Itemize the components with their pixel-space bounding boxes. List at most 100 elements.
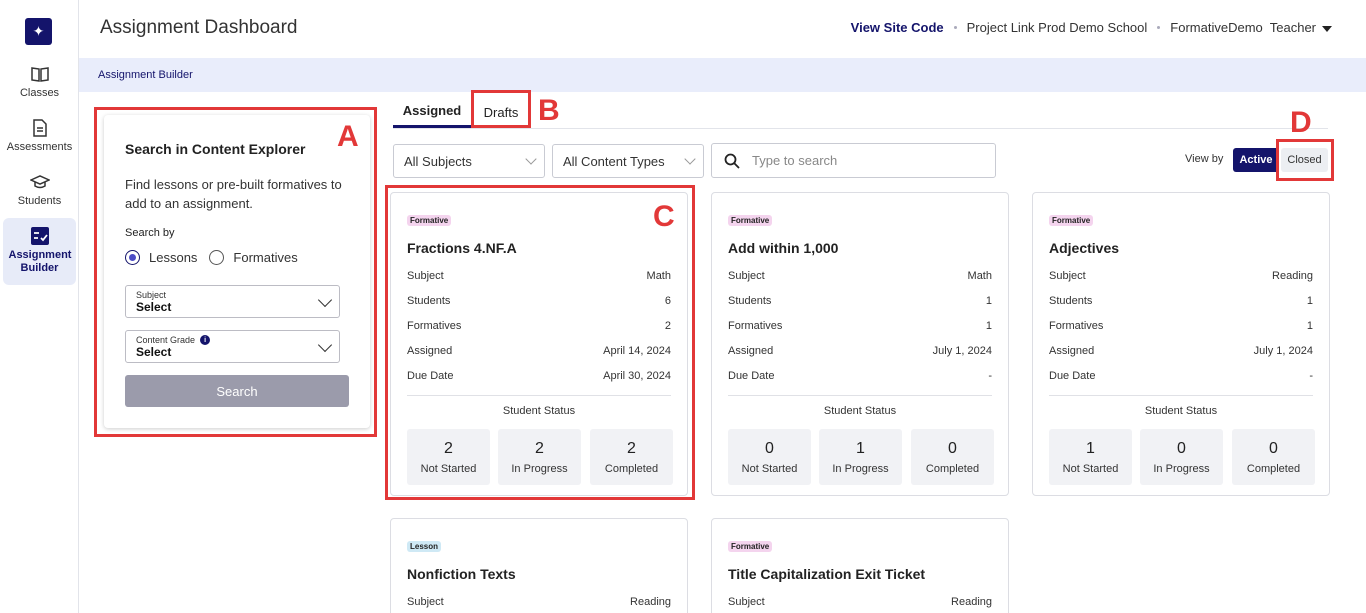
subject-row: Subject Reading <box>728 596 992 608</box>
field-label: Formatives <box>728 320 783 332</box>
assignment-search[interactable] <box>711 143 996 178</box>
book-open-icon <box>30 67 49 82</box>
field-label: Assigned <box>728 345 774 357</box>
separator-dot <box>1157 26 1161 29</box>
stat-count: 1 <box>856 440 865 457</box>
annotation-box-a <box>94 107 377 437</box>
assigned-row: Assigned July 1, 2024 <box>728 345 992 357</box>
breadcrumb: Assignment Builder <box>79 58 1366 92</box>
card-title[interactable]: Nonfiction Texts <box>407 566 516 582</box>
view-site-code-link[interactable]: View Site Code <box>851 20 944 35</box>
content-types-filter[interactable]: All Content Types <box>552 144 704 178</box>
annotation-box-b <box>471 90 531 128</box>
content-type-badge: Formative <box>728 541 773 552</box>
stat-label: Completed <box>925 463 980 475</box>
annotation-label-b: B <box>538 94 560 127</box>
checklist-icon <box>30 227 49 245</box>
stat-label: Completed <box>1246 463 1301 475</box>
user-role[interactable]: Teacher <box>1270 20 1316 35</box>
annotation-label-d: D <box>1290 106 1312 139</box>
field-value: Reading <box>1272 270 1313 282</box>
content-type-badge: Formative <box>728 215 773 226</box>
divider <box>728 395 992 396</box>
sidebar-item-classes[interactable]: Classes <box>3 64 76 99</box>
assignment-card[interactable]: Formative Title Capitalization Exit Tick… <box>711 518 1009 613</box>
graduation-cap-icon <box>29 175 50 189</box>
field-label: Subject <box>1049 270 1086 282</box>
sidebar: ✦ Classes Assessments Students Assignmen… <box>0 0 79 613</box>
field-label: Due Date <box>1049 370 1096 382</box>
user-name[interactable]: FormativeDemo <box>1170 20 1262 35</box>
sidebar-item-label: Assessments <box>6 141 73 153</box>
stat-label: In Progress <box>1153 463 1210 475</box>
field-label: Assigned <box>1049 345 1095 357</box>
field-value: - <box>988 370 992 382</box>
divider <box>1049 395 1313 396</box>
stat-count: 0 <box>1177 440 1186 457</box>
field-label: Due Date <box>728 370 775 382</box>
subject-row: Subject Reading <box>407 596 671 608</box>
sidebar-item-label: Assignment Builder <box>8 249 72 274</box>
due-date-row: Due Date - <box>1049 370 1313 382</box>
annotation-box-c <box>385 185 695 500</box>
card-title[interactable]: Title Capitalization Exit Ticket <box>728 566 925 582</box>
sidebar-item-label: Classes <box>19 87 60 99</box>
student-status-title: Student Status <box>823 405 897 417</box>
stat-count: 0 <box>1269 440 1278 457</box>
breadcrumb-item[interactable]: Assignment Builder <box>98 69 193 81</box>
in-progress-stat: 0 In Progress <box>1140 429 1223 485</box>
not-started-stat: 0 Not Started <box>728 429 811 485</box>
subject-row: Subject Math <box>728 270 992 282</box>
subject-row: Subject Reading <box>1049 270 1313 282</box>
assignment-card[interactable]: Formative Add within 1,000 Subject Math S… <box>711 192 1009 496</box>
field-value: 1 <box>985 320 992 332</box>
field-label: Formatives <box>1049 320 1104 332</box>
sidebar-item-label: Students <box>17 195 62 207</box>
annotation-box-d <box>1276 139 1334 181</box>
sidebar-item-students[interactable]: Students <box>3 172 76 207</box>
active-toggle-button[interactable]: Active <box>1233 148 1279 172</box>
assignment-tabs: Assigned Drafts <box>393 96 1328 129</box>
card-title[interactable]: Adjectives <box>1049 240 1119 256</box>
annotation-label-c: C <box>653 200 675 233</box>
students-row: Students 1 <box>1049 295 1313 307</box>
search-icon <box>724 153 740 169</box>
assigned-row: Assigned July 1, 2024 <box>1049 345 1313 357</box>
field-label: Subject <box>728 596 765 608</box>
view-by-label: View by <box>1185 153 1224 165</box>
field-label: Subject <box>728 270 765 282</box>
formatives-row: Formatives 1 <box>728 320 992 332</box>
completed-stat: 0 Completed <box>911 429 994 485</box>
card-title[interactable]: Add within 1,000 <box>728 240 838 256</box>
tab-assigned[interactable]: Assigned <box>393 96 471 128</box>
stat-count: 1 <box>1086 440 1095 457</box>
field-value: 1 <box>1306 320 1313 332</box>
sidebar-item-assignment-builder[interactable]: Assignment Builder <box>3 218 76 285</box>
sidebar-item-assessments[interactable]: Assessments <box>3 118 76 153</box>
field-value: 1 <box>985 295 992 307</box>
due-date-row: Due Date - <box>728 370 992 382</box>
field-value: July 1, 2024 <box>1253 345 1313 357</box>
formatives-row: Formatives 1 <box>1049 320 1313 332</box>
content-type-badge: Lesson <box>407 541 442 552</box>
in-progress-stat: 1 In Progress <box>819 429 902 485</box>
students-row: Students 1 <box>728 295 992 307</box>
field-label: Students <box>1049 295 1093 307</box>
completed-stat: 0 Completed <box>1232 429 1315 485</box>
field-value: 1 <box>1306 295 1313 307</box>
field-value: Math <box>967 270 992 282</box>
caret-down-icon[interactable] <box>1322 25 1332 32</box>
field-label: Students <box>728 295 772 307</box>
subjects-filter[interactable]: All Subjects <box>393 144 545 178</box>
assignment-card[interactable]: Formative Adjectives Subject Reading Stud… <box>1032 192 1330 496</box>
search-input[interactable] <box>752 153 972 168</box>
stat-count: 0 <box>765 440 774 457</box>
field-value: Reading <box>630 596 671 608</box>
stat-label: Not Started <box>741 463 798 475</box>
separator-dot <box>953 26 957 29</box>
field-value: - <box>1309 370 1313 382</box>
stat-label: In Progress <box>832 463 889 475</box>
assignment-card[interactable]: Lesson Nonfiction Texts Subject Reading <box>390 518 688 613</box>
annotation-label-a: A <box>337 120 359 153</box>
app-logo[interactable]: ✦ <box>25 18 52 45</box>
